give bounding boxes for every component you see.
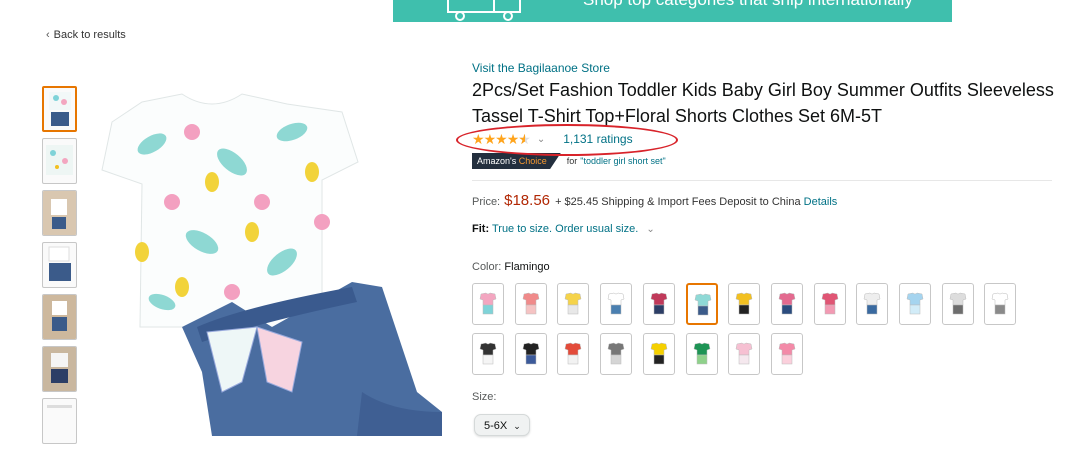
badge-query-link[interactable]: "toddler girl short set" xyxy=(580,156,665,166)
chevron-down-icon: ⌄ xyxy=(513,421,521,431)
fit-row[interactable]: Fit: True to size. Order usual size. ⌄ xyxy=(472,223,655,235)
thumbnail-5[interactable] xyxy=(42,294,77,340)
color-row: Color: Flamingo xyxy=(472,261,550,273)
price-value: $18.56 xyxy=(504,192,551,209)
thumbnail-7[interactable] xyxy=(42,398,77,444)
color-swatch[interactable] xyxy=(472,333,504,375)
color-swatch[interactable] xyxy=(685,283,718,325)
color-label: Color: xyxy=(472,261,502,273)
thumbnail-2[interactable] xyxy=(42,138,77,184)
back-label: Back to results xyxy=(53,29,126,41)
color-swatch[interactable] xyxy=(770,333,803,375)
thumbnail-4[interactable] xyxy=(42,242,77,288)
thumbnail-6[interactable] xyxy=(42,346,77,392)
color-swatch[interactable] xyxy=(856,283,889,325)
store-link[interactable]: Visit the Bagilaanoe Store xyxy=(472,61,610,75)
truck-icon xyxy=(447,0,521,21)
thumbnail-list xyxy=(42,86,78,450)
fit-label: Fit: xyxy=(472,223,490,235)
shipping-text: + $25.45 Shipping & Import Fees Deposit … xyxy=(555,196,801,208)
color-swatch[interactable] xyxy=(514,283,547,325)
color-swatch[interactable] xyxy=(472,283,504,325)
color-swatch[interactable] xyxy=(728,333,761,375)
color-swatch[interactable] xyxy=(770,283,803,325)
price-label: Price: xyxy=(472,196,501,208)
fit-value: True to size. Order usual size. xyxy=(491,223,639,235)
color-swatch[interactable] xyxy=(557,283,590,325)
size-label: Size: xyxy=(472,391,497,403)
badge-highlight: Choice xyxy=(518,156,547,166)
back-to-results-link[interactable]: ‹ Back to results xyxy=(46,29,126,41)
color-swatch[interactable] xyxy=(941,283,974,325)
annotation-circle xyxy=(456,124,678,156)
price-row: Price: $18.56 + $25.45 Shipping & Import … xyxy=(472,192,837,209)
divider xyxy=(472,180,1052,181)
chevron-left-icon: ‹ xyxy=(46,29,50,41)
color-swatch[interactable] xyxy=(600,333,633,375)
color-swatch[interactable] xyxy=(557,333,590,375)
size-value: 5-6X xyxy=(484,420,508,432)
promo-banner[interactable]: Shop top categories that ship internatio… xyxy=(393,0,952,22)
color-swatch[interactable] xyxy=(685,333,718,375)
color-swatch[interactable] xyxy=(514,333,547,375)
color-swatch[interactable] xyxy=(642,333,675,375)
color-swatch[interactable] xyxy=(813,283,846,325)
badge-prefix: Amazon's xyxy=(477,156,519,166)
color-swatch[interactable] xyxy=(899,283,931,325)
chevron-down-icon: ⌄ xyxy=(646,224,655,235)
color-swatch[interactable] xyxy=(600,283,633,325)
color-swatch[interactable] xyxy=(984,283,1017,325)
badge-for-label: for xyxy=(566,156,578,166)
color-swatch[interactable] xyxy=(728,283,761,325)
size-dropdown[interactable]: 5-6X ⌄ xyxy=(474,414,530,436)
product-title: 2Pcs/Set Fashion Toddler Kids Baby Girl … xyxy=(472,80,1054,126)
product-main-image[interactable] xyxy=(82,92,447,436)
details-link[interactable]: Details xyxy=(804,196,838,208)
color-value: Flamingo xyxy=(504,261,550,273)
banner-text: Shop top categories that ship internatio… xyxy=(583,0,913,10)
color-swatch[interactable] xyxy=(642,283,675,325)
thumbnail-3[interactable] xyxy=(42,190,77,236)
thumbnail-1[interactable] xyxy=(42,86,77,132)
